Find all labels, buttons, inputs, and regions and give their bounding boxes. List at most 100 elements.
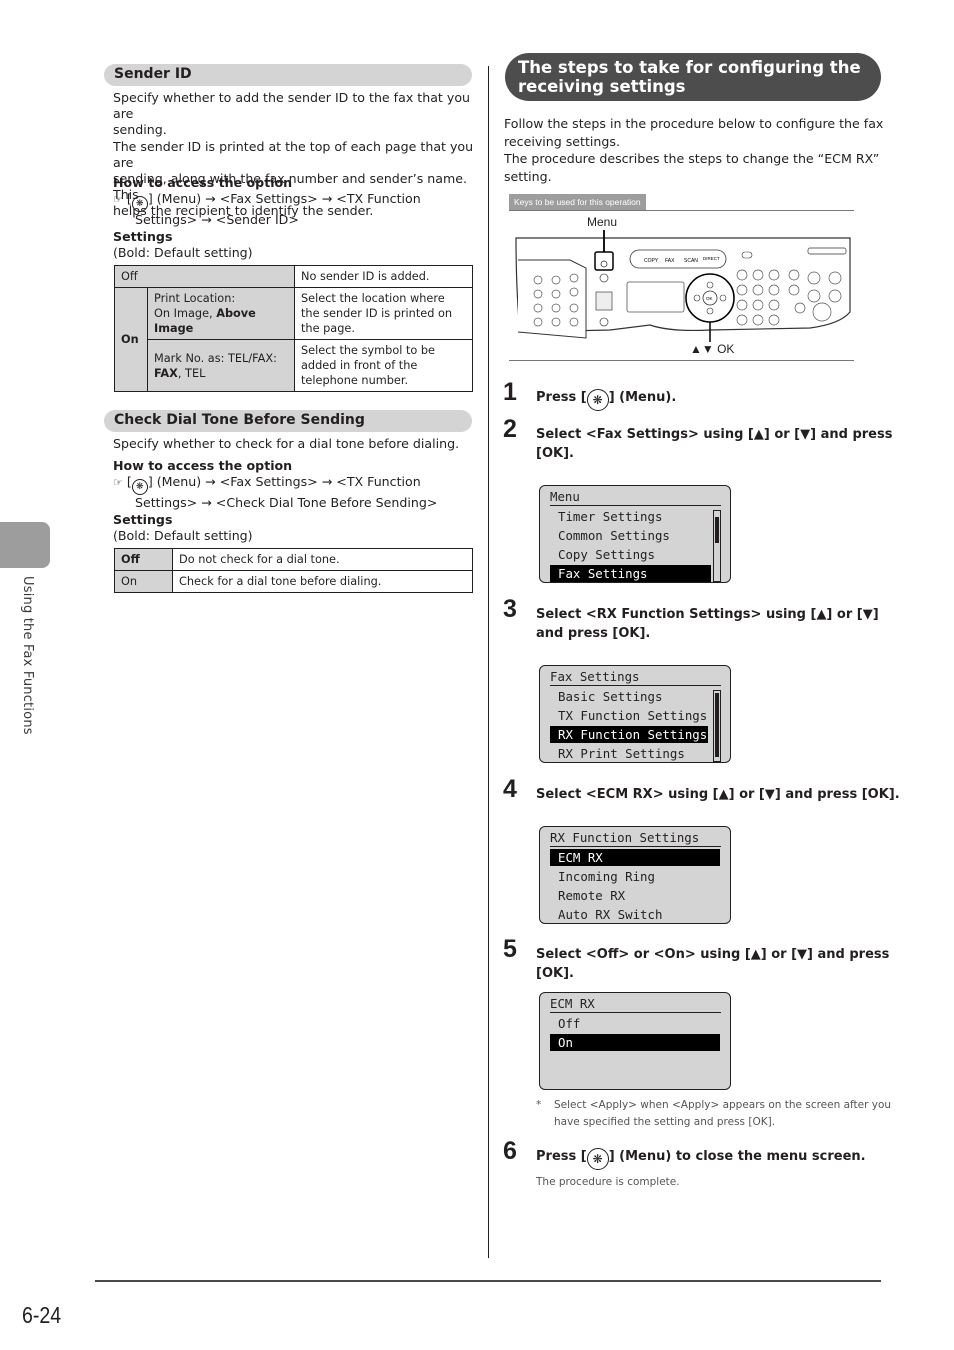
lcd-menu-item[interactable]: Auto RX Switch <box>550 906 720 923</box>
text: , TEL <box>177 366 206 380</box>
settings-heading: Settings <box>113 512 173 527</box>
text: ] (Menu) → <Fax Settings> → <TX Function <box>147 191 421 206</box>
dial-tone-settings-table: Off Do not check for a dial tone. On Che… <box>114 548 473 593</box>
chapter-label: Using the Fax Functions <box>20 576 35 735</box>
scan-key-label: SCAN <box>684 258 698 264</box>
text-line: Select <Off> or <On> using [▲] or [▼] an… <box>536 947 890 962</box>
section-heading-dial-tone: Check Dial Tone Before Sending <box>104 410 472 432</box>
lcd-menu-item-selected[interactable]: RX Function Settings <box>550 726 708 743</box>
step-3-text: Select <RX Function Settings> using [▲] … <box>536 605 879 643</box>
step-number: 4 <box>503 775 517 803</box>
access-path: ☞ [❋] (Menu) → <Fax Settings> → <TX Func… <box>113 191 478 228</box>
text: Press [ <box>536 390 587 405</box>
step-5-note: * Select <Apply> when <Apply> appears on… <box>536 1097 891 1128</box>
menu-key-icon: ❋ <box>586 389 609 411</box>
completion-note: The procedure is complete. <box>536 1176 680 1188</box>
control-panel-illustration: COPY FAX SCAN DIRECT OK <box>515 230 851 342</box>
lcd-title: Fax Settings <box>550 669 640 684</box>
text-line: Follow the steps in the procedure below … <box>504 116 884 131</box>
text-line: setting. <box>504 168 552 184</box>
text: On Image, <box>154 307 217 320</box>
reference-icon: ☞ <box>113 193 123 206</box>
lcd-menu-item[interactable]: Incoming Ring <box>550 868 720 885</box>
lcd-menu-item[interactable]: Basic Settings <box>550 688 708 705</box>
text-line: The sender ID is printed at the top of e… <box>113 138 474 170</box>
lcd-menu-item-selected[interactable]: Fax Settings <box>550 565 711 582</box>
reference-icon: ☞ <box>113 476 123 489</box>
page-number: 6-24 <box>22 1302 62 1328</box>
text-line: Select <RX Function Settings> using [▲] … <box>536 607 879 622</box>
direct-print-key-label: DIRECT <box>703 256 720 261</box>
option-on: On <box>114 570 173 593</box>
scrollbar[interactable] <box>713 690 721 762</box>
divider <box>509 360 854 361</box>
settings-note: (Bold: Default setting) <box>113 245 253 260</box>
text-line: and press [OK]. <box>536 626 651 641</box>
divider <box>550 846 721 847</box>
ok-key-label: OK <box>706 296 713 301</box>
step-4-text: Select <ECM RX> using [▲] or [▼] and pre… <box>536 787 900 802</box>
step-5-text: Select <Off> or <On> using [▲] or [▼] an… <box>536 945 889 983</box>
section-heading-sender-id: Sender ID <box>104 64 472 86</box>
lcd-menu-item[interactable]: Common Settings <box>550 527 711 544</box>
dial-tone-description: Specify whether to check for a dial tone… <box>113 436 460 451</box>
text-line: [OK]. <box>536 966 574 981</box>
option-desc: No sender ID is added. <box>294 265 473 288</box>
option-desc: Check for a dial tone before dialing. <box>172 570 473 593</box>
scrollbar-thumb[interactable] <box>715 693 719 757</box>
lcd-menu-item[interactable]: Copy Settings <box>550 546 711 563</box>
text-line: sending. <box>113 122 167 138</box>
scrollbar[interactable] <box>713 510 721 582</box>
text: Mark No. as: TEL/FAX: <box>154 351 277 365</box>
copy-key-label: COPY <box>644 258 659 264</box>
menu-key-icon: ❋ <box>586 1148 609 1170</box>
table-row: Off No sender ID is added. <box>114 265 473 288</box>
table-row: On Print Location: On Image, Above Image… <box>114 287 473 392</box>
lcd-menu-item[interactable]: Timer Settings <box>550 508 711 525</box>
lcd-screen-rx-function: RX Function Settings ECM RX Incoming Rin… <box>539 826 731 924</box>
step-number: 6 <box>503 1137 517 1165</box>
text-line: receiving settings <box>518 77 686 96</box>
access-heading: How to access the option <box>113 175 293 190</box>
step-1-text: Press [❋] (Menu). <box>536 388 676 411</box>
table-row: Off Do not check for a dial tone. <box>114 548 473 571</box>
option-desc: Select the symbol to be added in front o… <box>294 339 473 392</box>
access-path: ☞ [❋] (Menu) → <Fax Settings> → <TX Func… <box>113 474 478 511</box>
option-off: Off <box>114 265 295 288</box>
lcd-title: Menu <box>550 489 580 504</box>
section-heading-receiving: The steps to take for configuring the re… <box>505 53 881 101</box>
text-line: Select <Fax Settings> using [▲] or [▼] a… <box>536 427 893 442</box>
footer-rule <box>95 1280 881 1282</box>
step-number: 2 <box>503 415 517 443</box>
option-off: Off <box>114 548 173 571</box>
menu-key-icon: ❋ <box>131 196 148 212</box>
lcd-menu-item-selected[interactable]: ECM RX <box>550 849 720 866</box>
table-row: Mark No. as: TEL/FAX: FAX, TEL Select th… <box>115 339 473 392</box>
text-line: [OK]. <box>536 446 574 461</box>
step-2-text: Select <Fax Settings> using [▲] or [▼] a… <box>536 425 892 463</box>
table-row: On Check for a dial tone before dialing. <box>114 570 473 593</box>
scrollbar-thumb[interactable] <box>715 517 719 543</box>
step-number: 3 <box>503 595 517 623</box>
lcd-window <box>626 281 685 313</box>
fax-key-label: FAX <box>665 258 675 264</box>
lcd-screen-menu: Menu Timer Settings Common Settings Copy… <box>539 485 731 583</box>
text-line: Specify whether to add the sender ID to … <box>113 90 471 122</box>
text: ] (Menu) to close the menu screen. <box>608 1149 866 1164</box>
text: ] (Menu). <box>608 390 677 405</box>
chapter-tab <box>0 522 50 568</box>
access-heading: How to access the option <box>113 458 293 473</box>
lcd-menu-item[interactable]: TX Function Settings <box>550 707 708 724</box>
lcd-option-off[interactable]: Off <box>550 1015 720 1032</box>
text-line: Select <Apply> when <Apply> appears on t… <box>554 1099 892 1111</box>
option-desc: Select the location where the sender ID … <box>294 287 473 340</box>
lcd-menu-item[interactable]: RX Print Settings <box>550 745 708 762</box>
text: Press [ <box>536 1149 587 1164</box>
lcd-menu-item[interactable]: Remote RX <box>550 887 720 904</box>
lcd-option-on-selected[interactable]: On <box>550 1034 720 1051</box>
divider <box>509 210 854 211</box>
lcd-screen-ecm-rx: ECM RX Off On <box>539 992 731 1090</box>
column-divider <box>488 66 489 1258</box>
settings-note: (Bold: Default setting) <box>113 528 253 543</box>
default-value: FAX <box>154 366 178 380</box>
